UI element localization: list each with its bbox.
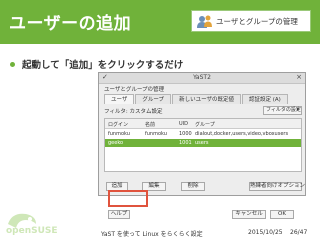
table-row-selected[interactable]: geeko 1001 users xyxy=(105,139,301,147)
delete-button[interactable]: 削除 xyxy=(181,182,205,191)
users-table: ログイン 名前 UID グループ funmoku funmoku 1000 di… xyxy=(104,118,302,172)
help-button[interactable]: ヘルプ xyxy=(108,210,130,219)
bullet-icon xyxy=(10,62,15,67)
row-groups: dialout,docker,users,video,vboxusers xyxy=(195,131,289,137)
filter-label: フィルタ: カスタム設定 xyxy=(104,109,163,115)
table-row[interactable]: funmoku funmoku 1000 dialout,docker,user… xyxy=(105,130,301,138)
row-groups: users xyxy=(195,140,209,146)
cancel-button[interactable]: キャンセル xyxy=(232,210,266,219)
page-number: 26/47 xyxy=(290,229,308,236)
row-name: funmoku xyxy=(145,131,167,137)
table-header: ログイン 名前 UID グループ xyxy=(105,119,301,129)
column-groups[interactable]: グループ xyxy=(195,121,225,128)
tab-auth-settings[interactable]: 認証設定 (A) xyxy=(241,94,288,104)
row-uid: 1000 xyxy=(179,131,192,137)
column-login[interactable]: ログイン xyxy=(108,121,143,128)
window-titlebar: ✓ YaST2 × xyxy=(99,73,305,84)
badge-label: ユーザとグループの管理 xyxy=(216,17,298,26)
logo-text: openSUSE xyxy=(6,226,58,236)
window-title: YaST2 xyxy=(193,74,211,81)
slide-header: ユーザーの追加 ユーザとグループの管理 xyxy=(0,0,320,44)
add-button-highlight xyxy=(108,190,148,207)
chevron-down-icon: ▾ xyxy=(296,107,299,113)
bullet-text: 起動して「追加」をクリックするだけ xyxy=(22,60,184,71)
row-login: geeko xyxy=(108,140,124,146)
tab-defaults[interactable]: 新しいユーザの既定値 xyxy=(172,94,241,104)
module-title: ユーザとグループの管理 xyxy=(104,87,165,93)
yast-window: ✓ YaST2 × ユーザとグループの管理 ユーザ グループ 新しいユーザの既定… xyxy=(98,72,306,196)
tab-groups[interactable]: グループ xyxy=(135,94,172,104)
slide-title: ユーザーの追加 xyxy=(9,14,132,34)
filter-settings-button[interactable]: フィルタの設定 ▾ xyxy=(263,106,302,115)
footer-title: YaST を使って Linux をらくらく設定 xyxy=(101,231,203,238)
close-icon[interactable]: × xyxy=(296,73,302,81)
column-uid[interactable]: UID xyxy=(179,121,193,127)
footer-date: 2015/10/25 xyxy=(248,229,283,236)
users-group-icon xyxy=(197,15,212,28)
row-uid: 1001 xyxy=(179,140,192,146)
module-badge: ユーザとグループの管理 xyxy=(191,10,311,32)
tab-bar: ユーザ グループ 新しいユーザの既定値 認証設定 (A) xyxy=(104,94,289,104)
row-login: funmoku xyxy=(108,131,130,137)
expert-options-button[interactable]: 熟練者向けオプション xyxy=(249,182,305,191)
ok-button[interactable]: OK xyxy=(270,210,294,219)
column-name[interactable]: 名前 xyxy=(145,121,177,128)
tab-users[interactable]: ユーザ xyxy=(104,94,135,104)
